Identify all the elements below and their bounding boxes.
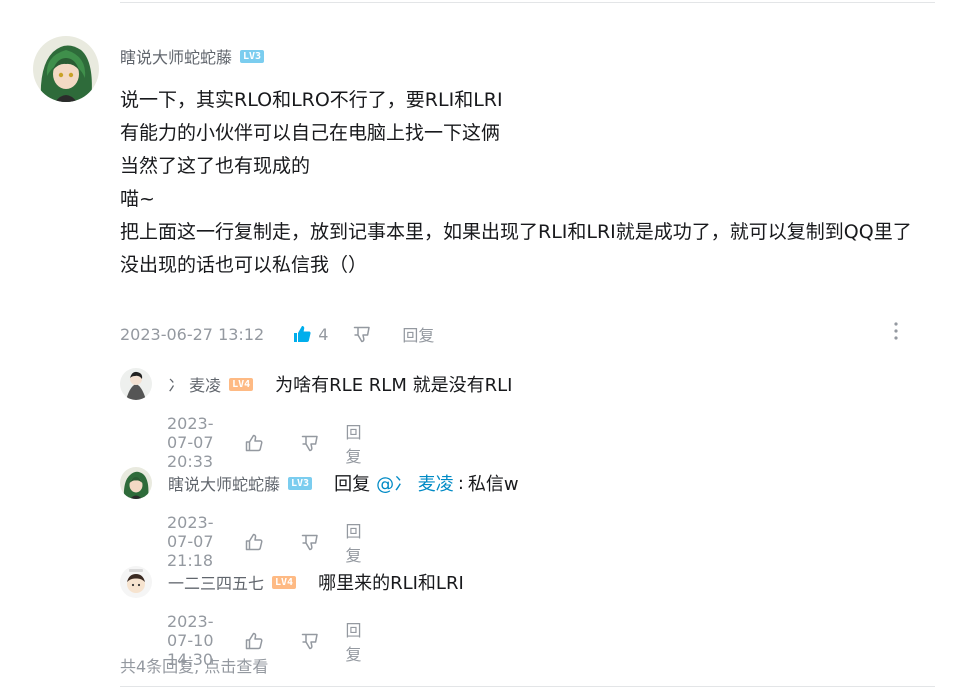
reply-button[interactable]: 回复 [402, 322, 434, 346]
reply-line: 一二三四五七 LV4 哪里来的RLI和LRI [168, 566, 464, 598]
comment-line: 没出现的话也可以私信我（） [120, 254, 368, 276]
view-all-replies-link[interactable]: 共4条回复, 点击查看 [120, 653, 268, 677]
reply-button[interactable]: 回复 [346, 419, 362, 467]
reply-button[interactable]: 回复 [346, 518, 362, 566]
reply-meta: 2023-07-07 21:18 回复 [167, 513, 362, 570]
reply-line: 冫 麦凌 LV4 为啥有RLE RLM 就是没有RLI [168, 368, 512, 400]
comment-line: 有能力的小伙伴可以自己在电脑上找一下这俩 [120, 122, 501, 144]
thumbs-up-icon[interactable] [244, 532, 264, 552]
avatar[interactable] [33, 36, 99, 102]
reply-to-label: 回复 [334, 474, 371, 495]
reply-button[interactable]: 回复 [346, 617, 362, 665]
comment-line: 说一下，其实RLO和LRO不行了，要RLI和LRI [120, 89, 503, 111]
username[interactable]: 一二三四五七 [168, 570, 264, 594]
thumbs-down-icon[interactable] [300, 532, 320, 552]
username[interactable]: 冫 麦凌 [168, 372, 221, 396]
comment-line: 把上面这一行复制走，放到记事本里，如果出现了RLI和LRI就是成功了，就可以复制… [120, 221, 912, 243]
comment-meta: 2023-06-27 13:12 4 回复 [120, 322, 434, 346]
comment-line: 当然了这了也有现成的 [120, 155, 311, 177]
thumbs-up-icon[interactable] [244, 631, 264, 651]
thumbs-down-icon[interactable] [352, 324, 372, 344]
avatar[interactable] [120, 467, 152, 499]
comment-line: 喵~ [120, 188, 155, 210]
comment-time: 2023-06-27 13:12 [120, 324, 265, 344]
avatar[interactable] [120, 368, 152, 400]
level-badge: LV4 [272, 575, 297, 589]
thumbs-down-icon[interactable] [300, 433, 320, 453]
thumbs-down-icon[interactable] [300, 631, 320, 651]
reply-text: 为啥有RLE RLM 就是没有RLI [275, 375, 513, 396]
avatar[interactable] [120, 566, 152, 598]
like-count: 4 [318, 324, 329, 344]
level-badge: LV3 [240, 49, 265, 63]
reply-text: 哪里来的RLI和LRI [318, 573, 464, 594]
thumbs-up-icon[interactable] [292, 324, 312, 344]
reply-text: 私信w [467, 474, 519, 495]
level-badge: LV4 [229, 377, 254, 391]
username[interactable]: 瞎说大师蛇蛇藤 [168, 471, 280, 495]
reply-meta: 2023-07-07 20:33 回复 [167, 414, 362, 471]
top-divider [120, 2, 935, 3]
thumbs-up-icon[interactable] [244, 433, 264, 453]
mention-separator: : [457, 472, 464, 494]
comment-content: 说一下，其实RLO和LRO不行了，要RLI和LRI 有能力的小伙伴可以自己在电脑… [120, 84, 940, 282]
reply-time: 2023-07-07 20:33 [167, 414, 214, 471]
username[interactable]: 瞎说大师蛇蛇藤 [120, 44, 232, 68]
level-badge: LV3 [288, 476, 313, 490]
reply-line: 瞎说大师蛇蛇藤 LV3 回复 @冫 麦凌 : 私信w [168, 467, 519, 499]
mention-link[interactable]: @冫 麦凌 [376, 470, 454, 496]
more-vertical-icon[interactable] [888, 320, 904, 342]
comment-header: 瞎说大师蛇蛇藤 LV3 [120, 44, 265, 68]
bottom-divider [120, 686, 935, 687]
reply-time: 2023-07-07 21:18 [167, 513, 214, 570]
